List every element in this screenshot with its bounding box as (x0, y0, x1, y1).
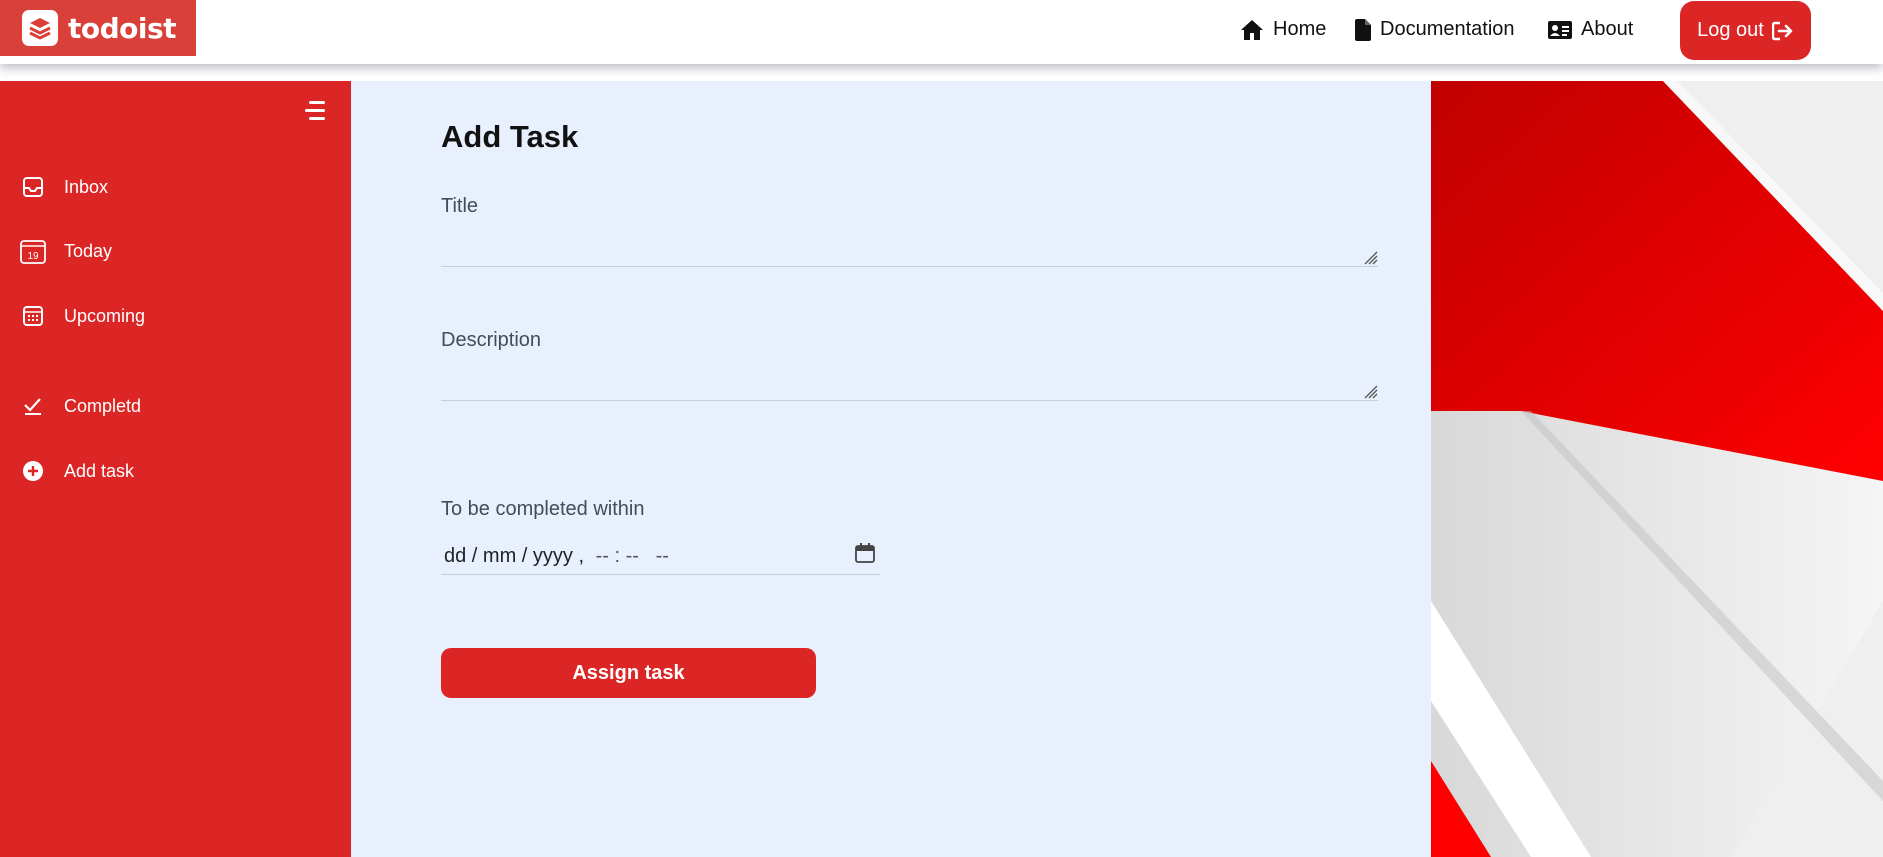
nav-about-label: About (1581, 18, 1634, 40)
sidebar-item-label: Today (64, 240, 113, 261)
logout-label: Log out (1697, 19, 1764, 41)
description-input[interactable] (441, 361, 1378, 401)
assign-task-button[interactable]: Assign task (441, 648, 816, 698)
nav-home-link[interactable]: Home (1240, 18, 1326, 41)
nav-documentation-label: Documentation (1380, 18, 1515, 40)
add-task-panel: Add Task Title Description To be complet… (351, 81, 1431, 857)
sidebar-item-upcoming[interactable]: Upcoming (20, 303, 145, 329)
sidebar-item-label: Add task (64, 460, 135, 481)
inbox-icon (20, 174, 46, 200)
sidebar-item-label: Upcoming (64, 305, 146, 326)
brand-logo[interactable]: todoist (0, 0, 196, 56)
top-navbar: todoist Home Documentation About Log out (0, 0, 1883, 64)
sidebar-item-add-task[interactable]: Add task (20, 458, 134, 484)
calendar-grid-icon (20, 303, 46, 329)
description-label: Description (441, 329, 542, 351)
hamburger-menu-icon[interactable] (303, 100, 327, 122)
deadline-datetime-input[interactable]: dd / mm / yyyy , -- : -- -- (441, 538, 880, 575)
logout-button[interactable]: Log out (1680, 1, 1811, 60)
nav-home-label: Home (1273, 18, 1327, 40)
today-badge: 19 (27, 251, 39, 262)
time-placeholder: -- : -- -- (590, 544, 669, 567)
title-input[interactable] (441, 227, 1378, 267)
logout-icon (1771, 21, 1793, 40)
sidebar-item-inbox[interactable]: Inbox (20, 174, 108, 200)
sidebar-item-label: Completd (64, 395, 142, 416)
home-icon (1241, 19, 1263, 40)
decorative-background-image (1431, 81, 1883, 857)
plus-circle-icon (20, 458, 46, 484)
deadline-label: To be completed within (441, 498, 645, 520)
resize-handle-icon[interactable] (1360, 247, 1378, 265)
sidebar-item-completed[interactable]: Completd (20, 393, 141, 419)
resize-handle-icon[interactable] (1360, 381, 1378, 399)
page-title: Add Task (441, 119, 579, 154)
brand-name: todoist (68, 11, 177, 45)
nav-documentation-link[interactable]: Documentation (1355, 18, 1515, 41)
checkmark-icon (20, 393, 46, 419)
sidebar-item-label: Inbox (64, 176, 109, 197)
date-placeholder: dd / mm / yyyy , (444, 544, 585, 567)
nav-about-link[interactable]: About (1548, 18, 1633, 41)
calendar-picker-icon[interactable] (854, 542, 876, 564)
sidebar-item-today[interactable]: 19 Today (20, 238, 112, 264)
title-label: Title (441, 195, 479, 217)
document-icon (1355, 18, 1371, 41)
id-card-icon (1548, 20, 1572, 39)
todoist-logo-icon (22, 10, 58, 46)
calendar-day-icon: 19 (20, 238, 46, 264)
